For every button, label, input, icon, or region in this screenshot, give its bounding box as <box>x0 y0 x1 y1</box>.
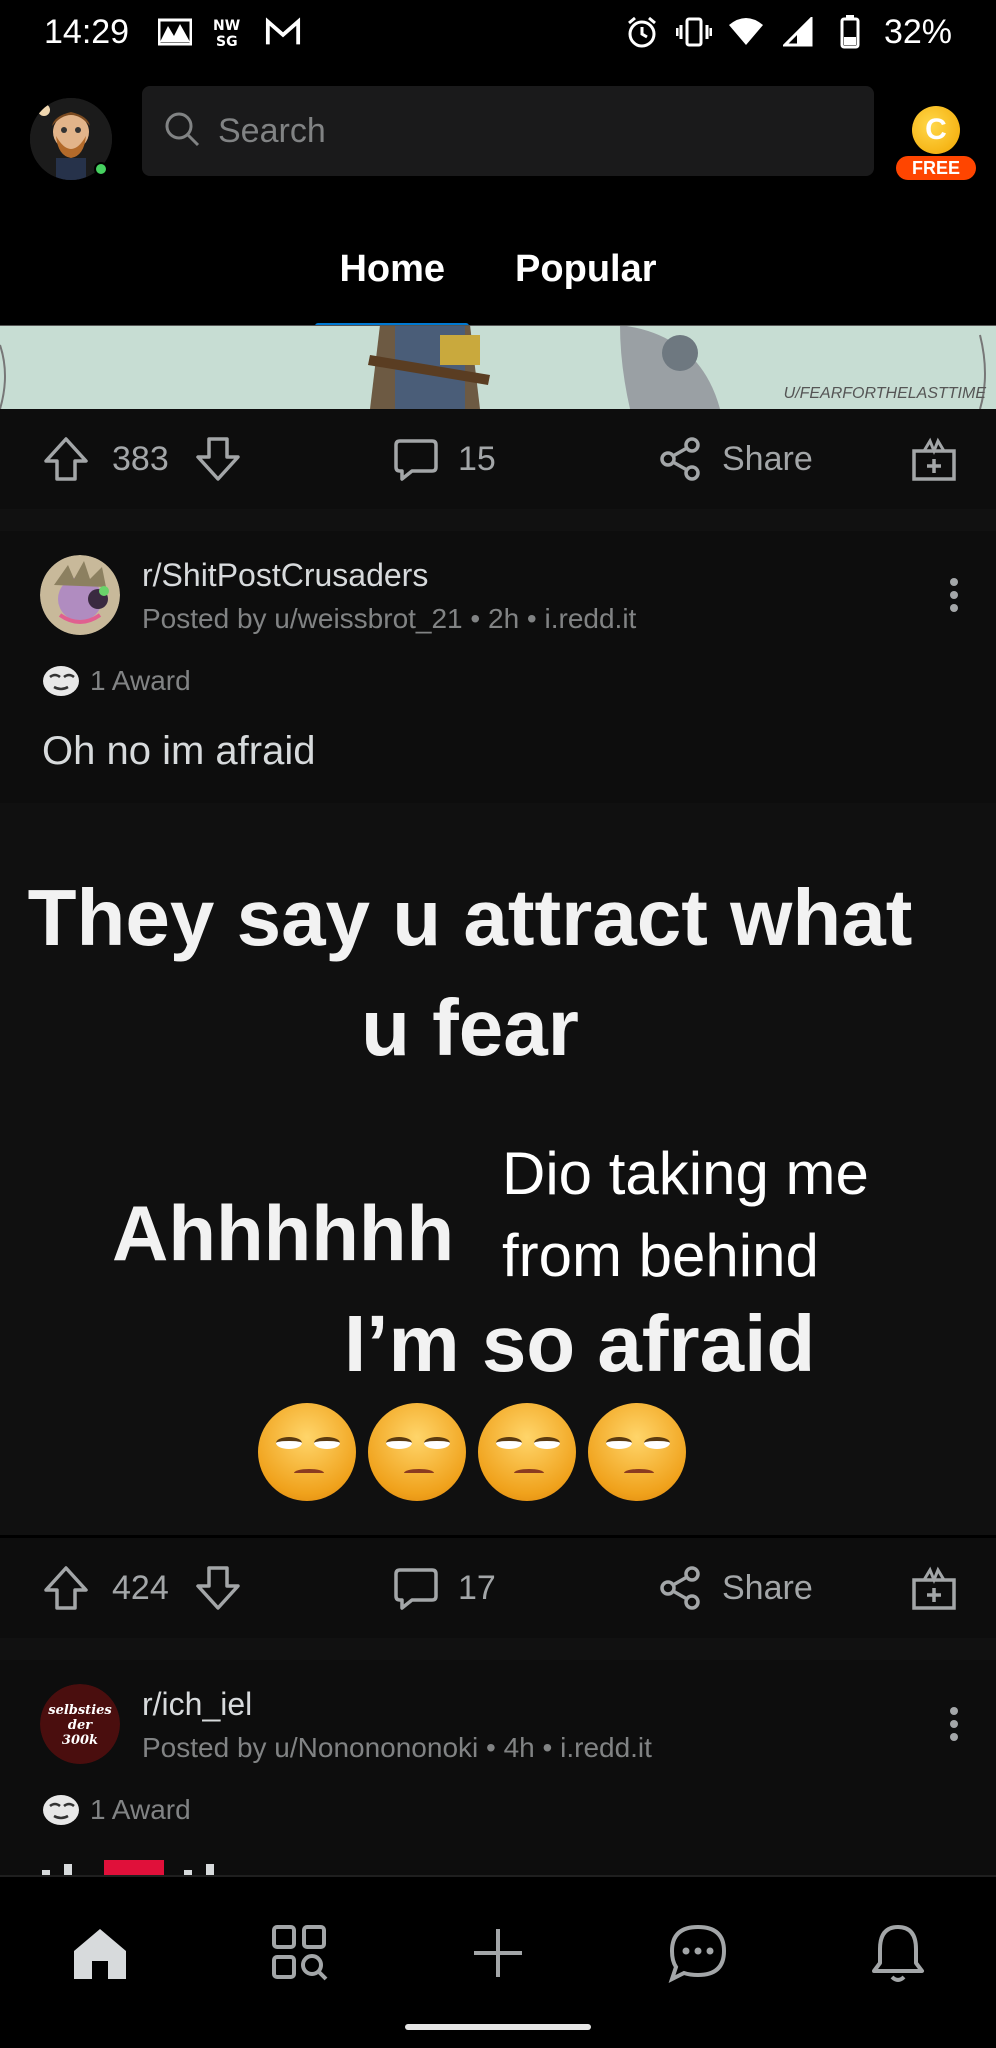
search-icon <box>162 109 202 154</box>
share-button[interactable]: Share <box>656 435 813 483</box>
award-badge[interactable]: 1 Award <box>42 665 191 697</box>
award-icon <box>43 666 79 696</box>
meme-text-caption: Dio taking me from behind <box>502 1140 869 1289</box>
upvote-icon <box>44 1566 88 1610</box>
upvote-button[interactable] <box>42 435 90 483</box>
get-coins-button[interactable]: C FREE <box>896 106 976 180</box>
award-button[interactable] <box>910 435 958 483</box>
search-bar[interactable] <box>142 86 874 176</box>
signal-icon <box>780 14 816 50</box>
post-meta: Posted by u/weissbrot_21 • 2h • i.redd.i… <box>142 603 637 634</box>
more-options-icon[interactable] <box>948 1706 960 1747</box>
battery-icon <box>832 14 868 50</box>
comment-count: 17 <box>458 1568 496 1607</box>
chat-icon[interactable] <box>662 1917 734 1989</box>
svg-text:300k: 300k <box>62 1733 98 1748</box>
post-actions: 424 17 Share <box>0 1538 996 1638</box>
downvote-icon <box>196 437 240 481</box>
downvote-button[interactable] <box>194 1564 242 1612</box>
clock: 14:29 <box>44 12 130 51</box>
comment-icon <box>394 439 438 481</box>
gift-icon <box>912 1566 956 1610</box>
subreddit-name[interactable]: r/ich_iel <box>142 1686 252 1723</box>
share-button[interactable]: Share <box>656 1564 813 1612</box>
meme-text-line4: I’m so afraid <box>344 1299 816 1388</box>
previous-post-image[interactable]: U/FEARFORTHELASTTIME <box>0 325 996 409</box>
post-separator <box>0 509 996 531</box>
tab-popular[interactable]: Popular <box>493 230 678 325</box>
tab-home[interactable]: Home <box>315 230 469 329</box>
post-header: selbsties der 300k r/ich_iel Posted by u… <box>0 1660 996 1875</box>
subreddit-avatar[interactable]: selbsties der 300k <box>40 1684 120 1764</box>
relieved-face-emoji <box>588 1403 686 1501</box>
coin-icon: C <box>912 106 960 154</box>
relieved-face-emoji <box>478 1403 576 1501</box>
image-credit: U/FEARFORTHELASTTIME <box>783 385 986 402</box>
home-icon[interactable] <box>64 1917 136 1989</box>
online-status-dot <box>94 162 108 176</box>
comments-button[interactable]: 17 <box>392 1564 496 1612</box>
upvote-button[interactable] <box>42 1564 90 1612</box>
relieved-face-emoji <box>258 1403 356 1501</box>
status-bar: 14:29 NW SG 32% <box>0 0 996 64</box>
post-title[interactable]: Oh no im afraid <box>42 729 315 774</box>
share-label: Share <box>722 1568 813 1607</box>
gmail-icon <box>265 14 301 50</box>
award-badge[interactable]: 1 Award <box>42 1794 191 1826</box>
subreddit-avatar[interactable] <box>40 555 120 635</box>
meme-text-line1: They say u attract what u fear <box>27 873 913 1072</box>
gift-icon <box>912 437 956 481</box>
post-image[interactable]: They say u attract what u fear Dio takin… <box>0 803 996 1535</box>
nw-sg-icon: NW SG <box>211 14 247 50</box>
share-label: Share <box>722 439 813 478</box>
comment-icon <box>394 1568 438 1610</box>
meme-text-line2: Ahhhhhh <box>112 1189 455 1277</box>
share-icon <box>660 1566 700 1610</box>
award-count: 1 Award <box>90 1794 191 1825</box>
feed-tabs: Home Popular <box>0 230 996 329</box>
free-badge: FREE <box>896 156 976 180</box>
gesture-bar[interactable] <box>405 2024 591 2030</box>
post-title-partial <box>42 1860 222 1875</box>
wifi-icon <box>728 14 764 50</box>
battery-percent: 32% <box>883 12 952 51</box>
alarm-icon <box>624 14 660 50</box>
emoji-row <box>258 1403 686 1501</box>
upvote-icon <box>44 437 88 481</box>
svg-text:selbsties: selbsties <box>48 1703 112 1718</box>
vibrate-icon <box>675 14 712 50</box>
search-input[interactable] <box>218 111 838 151</box>
discover-icon[interactable] <box>264 1917 336 1989</box>
post-header: r/ShitPostCrusaders Posted by u/weissbro… <box>0 531 996 803</box>
notifications-icon[interactable] <box>862 1917 934 1989</box>
comments-button[interactable]: 15 <box>392 435 496 483</box>
previous-post-actions: 383 15 Share <box>0 409 996 509</box>
svg-text:der: der <box>68 1718 93 1733</box>
svg-text:SG: SG <box>216 34 238 48</box>
share-icon <box>660 437 700 481</box>
downvote-button[interactable] <box>194 435 242 483</box>
relieved-face-emoji <box>368 1403 466 1501</box>
vote-count: 383 <box>112 439 169 478</box>
award-button[interactable] <box>910 1564 958 1612</box>
post-meta: Posted by u/Nononononoki • 4h • i.redd.i… <box>142 1732 652 1763</box>
comment-count: 15 <box>458 439 496 478</box>
vote-count: 424 <box>112 1568 169 1607</box>
post-separator <box>0 1638 996 1660</box>
svg-text:NW: NW <box>213 18 240 34</box>
photo-icon <box>157 14 193 50</box>
top-bar: C FREE <box>0 78 996 188</box>
downvote-icon <box>196 1566 240 1610</box>
create-icon[interactable] <box>462 1917 534 1989</box>
award-count: 1 Award <box>90 665 191 696</box>
subreddit-name[interactable]: r/ShitPostCrusaders <box>142 557 428 594</box>
more-options-icon[interactable] <box>948 577 960 618</box>
award-icon <box>43 1795 79 1825</box>
bottom-navigation <box>0 1875 996 2048</box>
